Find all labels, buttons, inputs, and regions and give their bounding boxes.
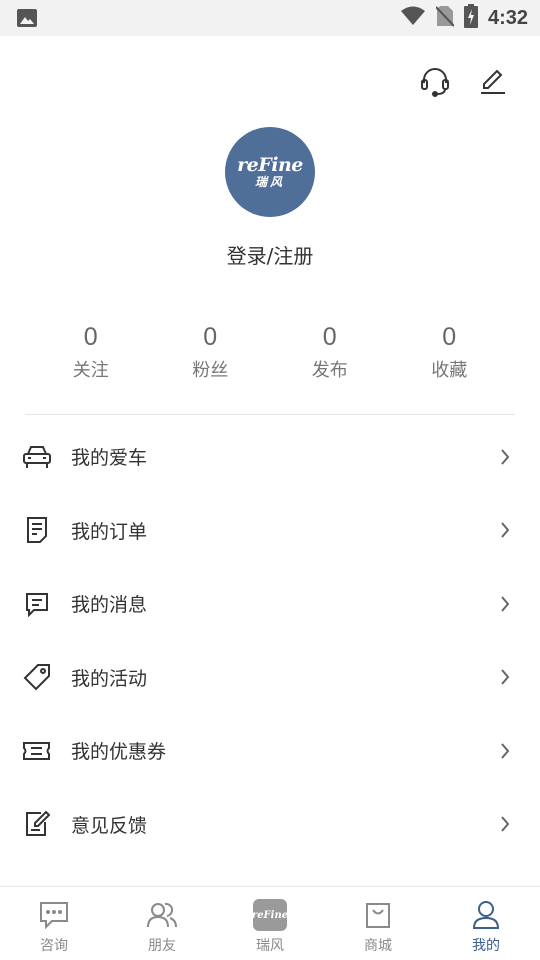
- chevron-right-icon: [498, 520, 512, 540]
- menu-item-my-car[interactable]: 我的爱车: [0, 420, 540, 494]
- stat-value: 0: [83, 323, 98, 351]
- menu-item-label: 我的活动: [71, 667, 148, 690]
- no-sim-icon: [435, 5, 455, 31]
- login-register-link[interactable]: 登录/注册: [0, 240, 540, 269]
- chevron-right-icon: [498, 667, 512, 687]
- menu-item-my-activities[interactable]: 我的活动: [0, 641, 540, 715]
- gallery-notification-icon: [16, 8, 38, 32]
- chevron-right-icon: [498, 741, 512, 761]
- menu-item-my-coupons[interactable]: 我的优惠券: [0, 714, 540, 788]
- menu-item-label: 我的爱车: [71, 447, 148, 470]
- shopping-bag-icon: [361, 899, 395, 931]
- menu-item-label: 意见反馈: [71, 814, 148, 837]
- stat-value: 0: [203, 323, 218, 351]
- tab-mall[interactable]: 商城: [324, 887, 432, 960]
- chevron-right-icon: [498, 594, 512, 614]
- tab-label: 商城: [364, 938, 392, 954]
- stat-following[interactable]: 0 关注: [31, 320, 151, 386]
- customer-service-icon[interactable]: [418, 64, 452, 98]
- stat-label: 粉丝: [192, 360, 229, 381]
- chevron-right-icon: [498, 814, 512, 834]
- menu-item-label: 我的优惠券: [71, 741, 167, 764]
- stat-posts[interactable]: 0 发布: [270, 320, 390, 386]
- avatar-logo-text: reFine: [237, 154, 303, 176]
- tab-mine[interactable]: 我的: [432, 887, 540, 960]
- wifi-icon: [400, 6, 426, 30]
- coupon-icon: [22, 736, 52, 766]
- divider: [25, 414, 515, 415]
- avatar-logo-cn: 瑞风: [254, 175, 285, 189]
- tab-refine[interactable]: reFine 瑞风: [216, 887, 324, 960]
- friends-icon: [145, 899, 179, 931]
- stat-label: 收藏: [431, 360, 468, 381]
- car-icon: [22, 442, 52, 472]
- message-icon: [22, 589, 52, 619]
- stat-label: 关注: [72, 360, 109, 381]
- tab-label: 瑞风: [256, 938, 284, 954]
- menu-item-my-orders[interactable]: 我的订单: [0, 494, 540, 568]
- bottom-nav: 咨询 朋友 reFine 瑞风 商城 我的: [0, 886, 540, 960]
- stat-value: 0: [322, 323, 337, 351]
- status-time: 4:32: [487, 6, 528, 29]
- menu-item-label: 我的订单: [71, 520, 148, 543]
- chevron-right-icon: [498, 447, 512, 467]
- tab-friends[interactable]: 朋友: [108, 887, 216, 960]
- menu-item-label: 我的消息: [71, 594, 148, 617]
- battery-charging-icon: [463, 4, 478, 32]
- tab-label: 咨询: [40, 938, 68, 954]
- user-icon: [469, 899, 503, 931]
- status-bar: 4:32: [0, 0, 540, 36]
- stat-label: 发布: [311, 360, 348, 381]
- stats-row: 0 关注 0 粉丝 0 发布 0 收藏: [31, 320, 509, 386]
- menu-item-my-messages[interactable]: 我的消息: [0, 567, 540, 641]
- stat-value: 0: [442, 323, 457, 351]
- tab-label: 我的: [472, 938, 500, 954]
- edit-icon[interactable]: [476, 64, 510, 98]
- avatar[interactable]: reFine 瑞风: [225, 127, 315, 217]
- tab-consult[interactable]: 咨询: [0, 887, 108, 960]
- stat-fans[interactable]: 0 粉丝: [151, 320, 271, 386]
- menu-list: 我的爱车 我的订单 我的消息 我的活动 我的优惠券 意见反馈: [0, 420, 540, 861]
- menu-item-feedback[interactable]: 意见反馈: [0, 788, 540, 862]
- tag-icon: [22, 662, 52, 692]
- stat-favorites[interactable]: 0 收藏: [390, 320, 510, 386]
- feedback-icon: [22, 809, 52, 839]
- refine-tile-text: reFine: [252, 899, 288, 931]
- top-actions: [418, 64, 510, 98]
- tab-label: 朋友: [148, 938, 176, 954]
- refine-logo-icon: reFine: [252, 899, 288, 931]
- chat-icon: [37, 899, 71, 931]
- order-icon: [22, 515, 52, 545]
